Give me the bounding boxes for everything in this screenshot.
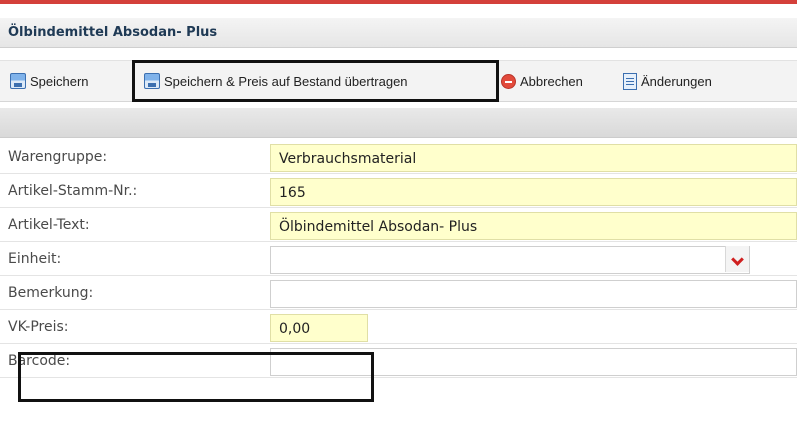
section-header-band (0, 108, 797, 138)
save-button[interactable]: Speichern (10, 70, 89, 92)
chevron-down-icon[interactable] (725, 246, 749, 272)
save-and-transfer-price-button[interactable]: Speichern & Preis auf Bestand übertragen (144, 70, 408, 92)
barcode-field[interactable] (270, 348, 797, 376)
window-titlebar: Ölbindemittel Absodan- Plus (0, 18, 797, 48)
form-row-barcode: Barcode: (0, 345, 797, 378)
artikel-stamm-nr-label: Artikel-Stamm-Nr.: (8, 183, 138, 199)
vk-preis-field[interactable]: 0,00 (270, 314, 368, 342)
toolbar: Speichern Speichern & Preis auf Bestand … (0, 60, 797, 102)
changes-button[interactable]: Änderungen (623, 70, 712, 92)
top-accent-bar (0, 0, 797, 4)
form-row-bemerkung: Bemerkung: (0, 277, 797, 310)
document-icon (623, 72, 637, 90)
form-row-vk-preis: VK-Preis: 0,00 (0, 311, 797, 344)
changes-button-label: Änderungen (641, 73, 712, 89)
einheit-label: Einheit: (8, 251, 62, 267)
artikel-stamm-nr-field[interactable]: 165 (270, 178, 797, 206)
cancel-button-label: Abbrechen (520, 73, 583, 89)
form-row-artikel-text: Artikel-Text: Ölbindemittel Absodan- Plu… (0, 209, 797, 242)
einheit-select[interactable] (270, 246, 750, 274)
window-title: Ölbindemittel Absodan- Plus (8, 25, 218, 40)
save-disk-icon (10, 73, 26, 89)
barcode-label: Barcode: (8, 353, 71, 369)
form-row-artikel-stamm-nr: Artikel-Stamm-Nr.: 165 (0, 175, 797, 208)
artikel-text-label: Artikel-Text: (8, 217, 90, 233)
save-transfer-button-label: Speichern & Preis auf Bestand übertragen (164, 73, 408, 89)
bemerkung-field[interactable] (270, 280, 797, 308)
cancel-icon (501, 73, 516, 89)
save-button-label: Speichern (30, 73, 89, 89)
artikel-text-field[interactable]: Ölbindemittel Absodan- Plus (270, 212, 797, 240)
bemerkung-label: Bemerkung: (8, 285, 94, 301)
form-row-einheit: Einheit: (0, 243, 797, 276)
vk-preis-label: VK-Preis: (8, 319, 69, 335)
cancel-button[interactable]: Abbrechen (501, 70, 583, 92)
form-row-warengruppe: Warengruppe: Verbrauchsmaterial (0, 141, 797, 174)
save-disk-icon (144, 73, 160, 89)
warengruppe-field[interactable]: Verbrauchsmaterial (270, 144, 797, 172)
warengruppe-label: Warengruppe: (8, 149, 108, 165)
